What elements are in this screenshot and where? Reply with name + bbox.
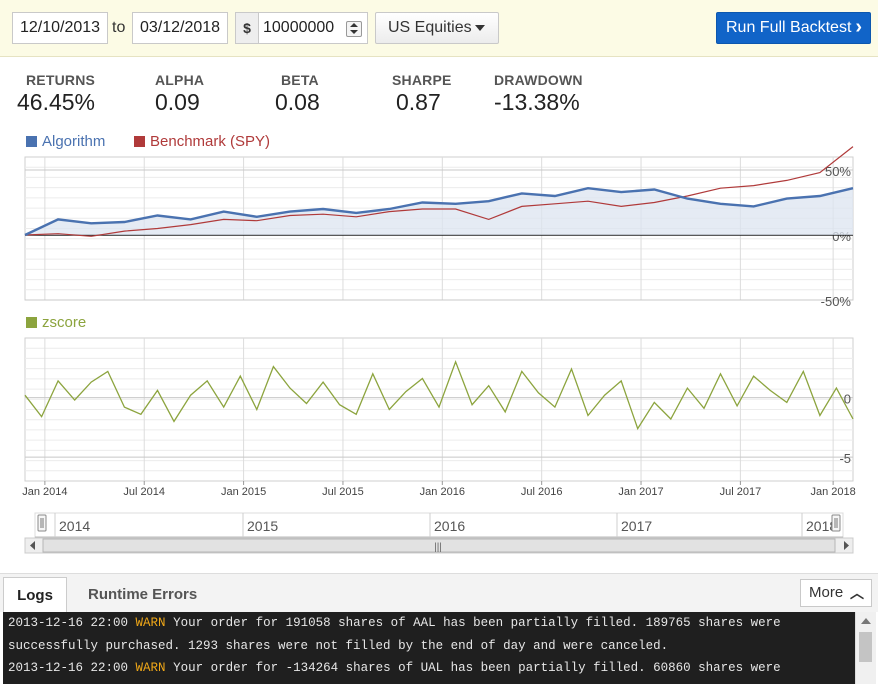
- log-time: 2013-12-16 22:00: [8, 616, 129, 630]
- log-time: 2013-12-16 22:00: [8, 661, 129, 675]
- zscore-y-tick-label: -5: [839, 451, 851, 466]
- navigator-year-label: 2015: [247, 518, 278, 534]
- navigator-right-handle[interactable]: [831, 514, 841, 532]
- x-axis-label: Jan 2017: [618, 486, 663, 498]
- logs-panel: Logs Runtime Errors More ︿ 2013-12-16 22…: [0, 573, 878, 684]
- chevron-up-icon: ︿: [850, 585, 864, 601]
- log-scrollbar[interactable]: [855, 612, 876, 684]
- backtest-charts: 50%0%-50%0-5Jan 2014 Jul 2014 Jan 2015 Jul …: [22, 146, 856, 554]
- log-level: WARN: [135, 616, 166, 630]
- log-message: Your order for -134264 shares of UAL has…: [173, 661, 781, 675]
- x-axis-label: Jul 2015: [322, 486, 364, 498]
- x-axis-label: Jan 2015: [221, 486, 266, 498]
- more-button-label: More: [809, 584, 844, 601]
- log-line: 2013-12-16 22:00 WARN Your order for -13…: [3, 657, 855, 680]
- x-axis-label: Jul 2017: [720, 486, 762, 498]
- log-line: successfully purchased. 1293 shares were…: [3, 635, 855, 658]
- log-console[interactable]: 2013-12-16 22:00 WARN Your order for 191…: [3, 612, 855, 684]
- navigator-year-label: 2016: [434, 518, 465, 534]
- scroll-up-icon[interactable]: [861, 618, 871, 624]
- log-message: Your order for 191058 shares of AAL has …: [173, 616, 781, 630]
- navigator-left-handle[interactable]: [37, 514, 47, 532]
- log-level: WARN: [135, 661, 166, 675]
- log-line: 2013-12-16 22:00 WARN Your order for 191…: [3, 612, 855, 635]
- more-button[interactable]: More ︿: [800, 579, 872, 607]
- logs-tabbar: Logs Runtime Errors More ︿: [0, 573, 878, 613]
- navigator-year-label: 2014: [59, 518, 90, 534]
- tab-logs[interactable]: Logs: [3, 577, 67, 613]
- x-axis-label: Jul 2016: [521, 486, 563, 498]
- scrollbar-grip-icon: |||: [434, 542, 442, 553]
- log-message: successfully purchased. 1293 shares were…: [8, 638, 669, 653]
- scroll-thumb[interactable]: [859, 632, 872, 662]
- x-axis-label: Jan 2014: [22, 486, 67, 498]
- x-axis-label: Jul 2014: [123, 486, 165, 498]
- x-axis-label: Jan 2018: [810, 486, 855, 498]
- equity-y-tick-label: -50%: [821, 294, 852, 309]
- x-axis-label: Jan 2016: [420, 486, 465, 498]
- tab-runtime-errors[interactable]: Runtime Errors: [88, 586, 197, 603]
- navigator-year-label: 2017: [621, 518, 652, 534]
